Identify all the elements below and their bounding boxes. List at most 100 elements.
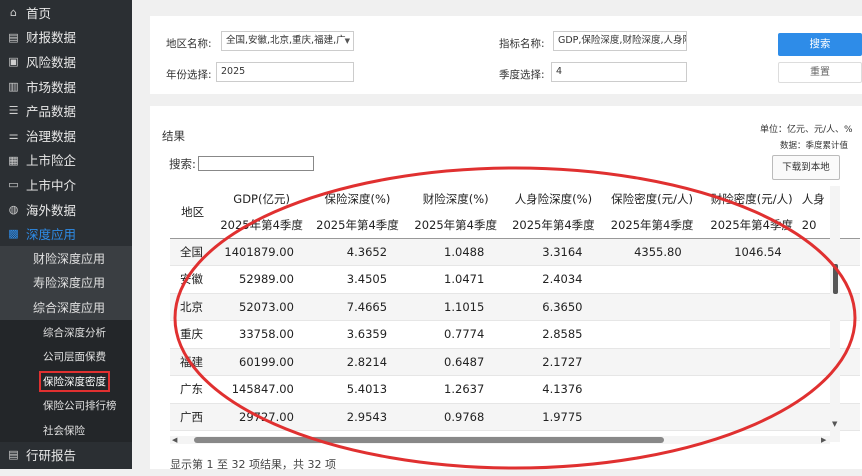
value-cell <box>701 265 802 294</box>
sidebar-item-risk-data[interactable]: ▣ 风险数据 <box>0 49 132 74</box>
sidebar-subitem-pc-deep[interactable]: 财险深度应用 <box>0 245 132 271</box>
value-cell: 2.4034 <box>504 265 603 294</box>
sidebar-item-market-data[interactable]: ▥ 市场数据 <box>0 74 132 99</box>
results-panel: 结果 单位：亿元、元/人、% 数据：季度累计值 下载到本地 搜索: 地区 GDP… <box>150 106 862 471</box>
data-table-viewport: 地区 GDP(亿元) 保险深度(%) 财险深度(%) 人身险深度(%) 保险密度… <box>170 186 860 442</box>
value-cell: 2.9543 <box>307 403 408 431</box>
sliders-icon: ⚌ <box>8 128 19 142</box>
list-icon: ☰ <box>8 104 19 118</box>
period-header: 2025年第4季度 <box>504 212 603 239</box>
sidebar-item-label: 财报数据 <box>26 30 77 46</box>
value-cell: 1.0471 <box>407 265 505 294</box>
value-cell: 0.9768 <box>407 403 505 431</box>
quarter-input[interactable]: 4 <box>551 62 687 82</box>
value-cell: 5.4013 <box>307 375 408 404</box>
sidebar-item-financial-data[interactable]: ▤ 财报数据 <box>0 25 132 50</box>
column-header-region[interactable]: 地区 <box>170 186 216 239</box>
column-header[interactable]: GDP(亿元) <box>215 186 308 212</box>
vertical-scroll-thumb[interactable] <box>833 264 838 294</box>
column-header[interactable]: 人身险深度(%) <box>504 186 602 212</box>
table-row: 广西 29727.00 2.9543 0.9768 1.9775 <box>170 403 860 431</box>
main-content: 地区名称: 全国,安徽,北京,重庆,福建,广 ▼ 年份选择: 2025 指标名称:… <box>132 0 862 471</box>
sidebar-subsubitem-social-insurance[interactable]: 社会保险 <box>0 418 132 443</box>
sidebar-item-research-reports[interactable]: ▤ 行研报告 <box>0 442 132 467</box>
value-cell: 145847.00 <box>215 375 308 404</box>
scroll-down-arrow-icon[interactable]: ▼ <box>832 420 837 428</box>
sidebar-item-label: 治理数据 <box>26 128 77 144</box>
table-row: 安徽 52989.00 3.4505 1.0471 2.4034 <box>170 265 860 294</box>
download-button[interactable]: 下载到本地 <box>772 155 840 180</box>
sidebar-subsubitem-depth-density[interactable]: 保险深度密度 <box>0 368 132 394</box>
sidebar-subsubitem-company-ranking[interactable]: 保险公司排行榜 <box>0 393 132 419</box>
indicator-select[interactable]: GDP,保险深度,财险深度,人身险深 <box>553 31 687 51</box>
region-label: 地区名称: <box>166 38 212 50</box>
value-cell: 1.9775 <box>504 403 603 431</box>
results-title: 结果 <box>162 129 185 143</box>
column-header[interactable]: 保险密度(元/人) <box>603 186 702 212</box>
sidebar-item-governance-data[interactable]: ⚌ 治理数据 <box>0 123 132 148</box>
sidebar-item-label: 首页 <box>26 5 52 21</box>
column-header[interactable]: 财险深度(%) <box>407 186 504 212</box>
region-select-value: 全国,安徽,北京,重庆,福建,广 <box>226 35 346 46</box>
column-header[interactable]: 保险深度(%) <box>308 186 407 212</box>
period-header: 2025年第4季度 <box>215 212 308 239</box>
region-cell: 全国 <box>170 238 216 266</box>
sidebar-subitem-life-deep[interactable]: 寿险深度应用 <box>0 270 132 296</box>
value-cell: 4.1376 <box>504 375 603 404</box>
pagination-info: 显示第 1 至 32 项结果，共 32 项 <box>170 458 336 471</box>
value-cell: 3.4505 <box>307 265 408 294</box>
monitor-icon: ▭ <box>8 178 19 192</box>
value-cell <box>701 375 802 404</box>
value-cell: 7.4665 <box>307 293 408 321</box>
sidebar-item-label: 市场数据 <box>26 79 77 95</box>
highlighted-label: 保险深度密度 <box>39 370 110 392</box>
value-cell: 2.8585 <box>504 320 603 349</box>
report-icon: ▤ <box>8 448 19 461</box>
search-button[interactable]: 搜索 <box>778 33 862 56</box>
sidebar-item-overseas-data[interactable]: ◍ 海外数据 <box>0 197 132 222</box>
horizontal-scroll-thumb[interactable] <box>194 437 664 443</box>
sidebar-item-deep-application[interactable]: ▩ 深度应用 <box>0 221 132 246</box>
region-cell: 安徽 <box>170 265 216 294</box>
scroll-right-arrow-icon[interactable]: ▶ <box>821 436 826 444</box>
table-search-input[interactable] <box>198 156 314 171</box>
value-cell: 1.2637 <box>407 375 505 404</box>
year-label: 年份选择: <box>166 69 212 81</box>
sidebar-item-home[interactable]: ⌂ 首页 <box>0 0 132 25</box>
value-cell: 3.3164 <box>504 238 603 266</box>
grid-icon: ▩ <box>8 227 19 241</box>
sidebar-item-product-data[interactable]: ☰ 产品数据 <box>0 98 132 123</box>
value-cell <box>602 265 702 294</box>
value-cell: 60199.00 <box>215 348 308 376</box>
unit-note: 单位：亿元、元/人、% <box>760 125 853 135</box>
value-cell <box>701 348 802 376</box>
scroll-left-arrow-icon[interactable]: ◀ <box>172 436 177 444</box>
sidebar-item-listed-insurers[interactable]: ▦ 上市险企 <box>0 148 132 173</box>
table-row: 重庆 33758.00 3.6359 0.7774 2.8585 <box>170 320 860 349</box>
sidebar-subsubitem-combined-analysis[interactable]: 综合深度分析 <box>0 319 132 345</box>
building-icon: ▦ <box>8 153 19 167</box>
bar-chart-icon: ▥ <box>8 79 19 93</box>
vertical-scrollbar[interactable] <box>830 186 840 442</box>
column-header[interactable]: 财险密度(元/人) <box>702 186 802 212</box>
value-cell: 1.1015 <box>407 293 505 321</box>
region-cell: 广东 <box>170 375 216 404</box>
sidebar-item-listed-intermediaries[interactable]: ▭ 上市中介 <box>0 172 132 197</box>
value-cell: 33758.00 <box>215 320 308 349</box>
region-select[interactable]: 全国,安徽,北京,重庆,福建,广 ▼ <box>221 31 354 51</box>
value-cell <box>701 403 802 431</box>
chevron-down-icon: ▼ <box>344 37 350 45</box>
value-cell <box>701 320 802 349</box>
value-cell: 0.6487 <box>407 348 505 376</box>
image-icon: ▣ <box>8 55 19 69</box>
sidebar-subsubitem-company-premium[interactable]: 公司层面保费 <box>0 344 132 369</box>
sidebar-subitem-combined-deep[interactable]: 综合深度应用 <box>0 295 132 320</box>
table-search-label: 搜索: <box>169 157 196 171</box>
sidebar-item-label: 深度应用 <box>26 227 77 243</box>
year-input[interactable]: 2025 <box>216 62 354 82</box>
table-row: 北京 52073.00 7.4665 1.1015 6.3650 <box>170 293 860 321</box>
period-header: 2025年第4季度 <box>602 212 702 239</box>
reset-button[interactable]: 重置 <box>778 62 862 83</box>
value-cell: 1.0488 <box>407 238 505 266</box>
value-cell: 0.7774 <box>407 320 505 349</box>
